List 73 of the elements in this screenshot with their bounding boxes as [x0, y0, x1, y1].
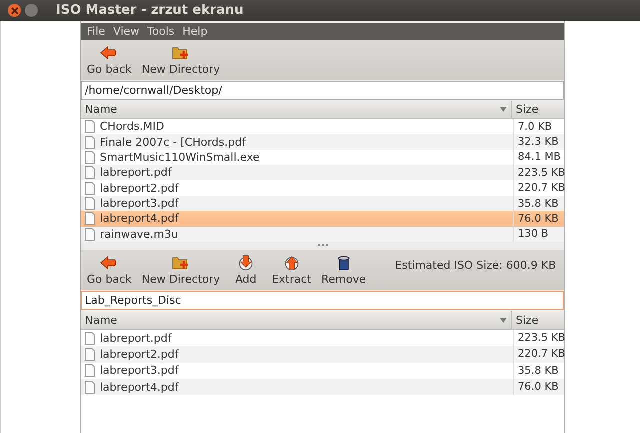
file-size: 223.5 KB: [518, 332, 566, 344]
document-icon: [85, 332, 95, 345]
document-icon: [85, 380, 95, 394]
file-row[interactable]: rainwave.m3u 130 B: [81, 226, 564, 242]
back-arrow-icon: [100, 254, 118, 270]
document-icon: [85, 348, 95, 361]
document-icon: [85, 166, 95, 180]
size-column-header[interactable]: Size: [512, 101, 564, 118]
document-icon: [85, 197, 95, 210]
iso-size-label: Estimated ISO Size: 600.9 KB: [395, 258, 556, 272]
document-icon: [85, 182, 95, 195]
file-row[interactable]: labreport4.pdf 76.0 KB: [81, 378, 564, 396]
file-name: Finale 2007c - [CHords.pdf: [100, 136, 246, 149]
file-row[interactable]: Finale 2007c - [CHords.pdf 32.3 KB: [81, 134, 564, 150]
document-icon: [85, 212, 95, 226]
trash-can-icon: [336, 254, 351, 270]
file-name: labreport2.pdf: [100, 182, 179, 195]
file-size: 223.5 KB: [518, 166, 566, 179]
file-row[interactable]: labreport2.pdf 220.7 KB: [81, 346, 564, 363]
window-title: ISO Master - zrzut ekranu: [56, 3, 244, 18]
menu-item[interactable]: Help: [180, 25, 211, 38]
file-row[interactable]: labreport4.pdf 76.0 KB: [81, 211, 564, 227]
back-arrow-icon: [100, 44, 118, 60]
file-row[interactable]: labreport3.pdf 35.8 KB: [81, 196, 564, 212]
file-name: labreport2.pdf: [100, 348, 179, 361]
file-size: 76.0 KB: [518, 381, 559, 394]
file-size: 32.3 KB: [518, 136, 559, 148]
toolbar-button[interactable]: Go back: [84, 44, 135, 76]
toolbar-button[interactable]: New Directory: [138, 254, 224, 286]
folder-plus-icon: [172, 44, 190, 60]
close-button[interactable]: [8, 4, 21, 17]
file-size: 7.0 KB: [518, 120, 552, 133]
file-name: CHords.MID: [100, 120, 164, 134]
file-name: SmartMusic110WinSmall.exe: [100, 150, 260, 164]
file-name: rainwave.m3u: [100, 228, 178, 241]
sort-arrow-icon: [500, 106, 507, 112]
file-size: 35.8 KB: [518, 364, 559, 377]
path-field[interactable]: Lab_Reports_Disc: [81, 291, 564, 310]
file-name: labreport4.pdf: [100, 212, 179, 226]
document-icon: [85, 364, 95, 378]
sort-arrow-icon: [500, 318, 507, 322]
path-field[interactable]: /home/cornwall/Desktop/: [81, 81, 564, 100]
document-icon: [85, 150, 95, 164]
file-size: 220.7 KB: [518, 348, 566, 360]
toolbar-button[interactable]: Go back: [84, 254, 135, 286]
file-name: labreport3.pdf: [100, 364, 179, 378]
document-icon: [85, 136, 95, 149]
file-size: 76.0 KB: [518, 212, 559, 225]
file-size: 35.8 KB: [518, 198, 559, 210]
menu-item[interactable]: Tools: [144, 25, 178, 38]
document-icon: [85, 120, 95, 134]
toolbar-button[interactable]: New Directory: [138, 44, 224, 76]
extract-arrow-icon: [282, 254, 301, 270]
folder-plus-icon: [172, 254, 190, 270]
toolbar-button[interactable]: Remove: [318, 254, 370, 286]
menu-item[interactable]: View: [110, 25, 143, 38]
file-row[interactable]: labreport.pdf 223.5 KB: [81, 165, 564, 180]
size-column-header[interactable]: Size: [512, 311, 564, 329]
menu-item[interactable]: File: [84, 25, 108, 38]
file-name: labreport3.pdf: [100, 197, 179, 210]
document-icon: [85, 228, 95, 241]
file-name: labreport4.pdf: [100, 380, 179, 394]
file-name: labreport.pdf: [100, 332, 172, 345]
file-size: 84.1 MB: [518, 151, 561, 164]
add-arrow-icon: [237, 254, 256, 270]
file-name: labreport.pdf: [100, 166, 172, 180]
name-column-header[interactable]: Name: [81, 101, 512, 118]
toolbar-button[interactable]: Add: [227, 254, 266, 286]
name-column-header[interactable]: Name: [81, 311, 512, 329]
toolbar-button[interactable]: Extract: [269, 254, 314, 286]
minimize-button[interactable]: [25, 4, 38, 17]
file-size: 130 B: [518, 228, 549, 240]
file-size: 220.7 KB: [518, 182, 566, 194]
